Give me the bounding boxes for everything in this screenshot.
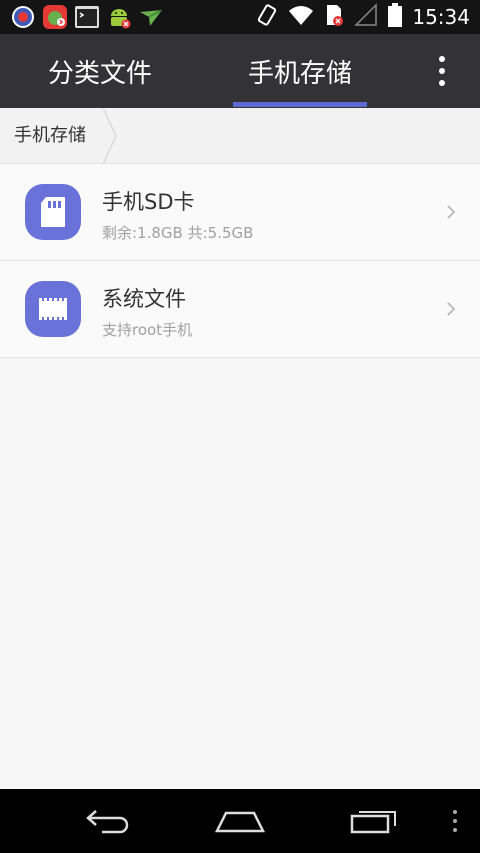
clock: 15:34	[412, 5, 470, 29]
home-button[interactable]	[200, 789, 280, 853]
signal-icon	[354, 3, 378, 31]
overflow-menu-button[interactable]	[428, 56, 456, 86]
list-item-sd-card[interactable]: 手机SD卡 剩余:1.8GB 共:5.5GB	[0, 164, 480, 261]
item-title: 手机SD卡	[102, 190, 195, 214]
nav-more-dot	[453, 828, 457, 832]
breadcrumb-item[interactable]: 手机存储	[14, 108, 86, 164]
recent-apps-button[interactable]	[336, 789, 412, 853]
breadcrumb-separator-icon	[102, 108, 117, 164]
chevron-right-icon	[447, 205, 456, 219]
app-bar: 分类文件 手机存储	[0, 34, 480, 108]
more-vert-dot	[439, 80, 445, 86]
android-debug-icon	[106, 4, 132, 30]
more-vert-dot	[439, 68, 445, 74]
tab-phone-storage[interactable]: 手机存储	[200, 34, 400, 108]
screen-record-icon	[10, 4, 36, 30]
home-icon	[214, 811, 266, 833]
sd-card-icon	[25, 184, 81, 240]
item-title: 系统文件	[102, 287, 186, 311]
status-bar: 15:34	[0, 0, 480, 34]
tab-category-files[interactable]: 分类文件	[0, 34, 200, 108]
nav-menu-button[interactable]	[440, 789, 470, 853]
game-app-icon	[42, 4, 68, 30]
item-subtitle: 剩余:1.8GB 共:5.5GB	[102, 224, 254, 242]
vibrate-icon	[256, 3, 278, 31]
back-button[interactable]	[70, 789, 146, 853]
storage-list: 手机SD卡 剩余:1.8GB 共:5.5GB 系统文件 支持root手机	[0, 164, 480, 358]
list-item-system-files[interactable]: 系统文件 支持root手机	[0, 261, 480, 358]
system-icons: 15:34	[256, 3, 480, 31]
nav-more-icon	[453, 810, 457, 814]
terminal-app-icon	[74, 4, 100, 30]
more-vert-icon	[439, 56, 445, 62]
breadcrumb: 手机存储	[0, 108, 480, 164]
send-app-icon	[138, 4, 164, 30]
item-subtitle: 支持root手机	[102, 321, 193, 339]
recent-apps-icon	[350, 811, 396, 834]
battery-icon	[388, 3, 403, 31]
chip-icon	[25, 281, 81, 337]
back-icon	[86, 810, 129, 834]
sim-icon	[324, 3, 344, 31]
nav-more-dot	[453, 819, 457, 823]
navigation-bar	[0, 789, 480, 853]
active-tab-indicator	[233, 102, 367, 107]
notification-icons	[0, 4, 164, 30]
wifi-icon	[288, 4, 314, 30]
chevron-right-icon	[447, 302, 456, 316]
